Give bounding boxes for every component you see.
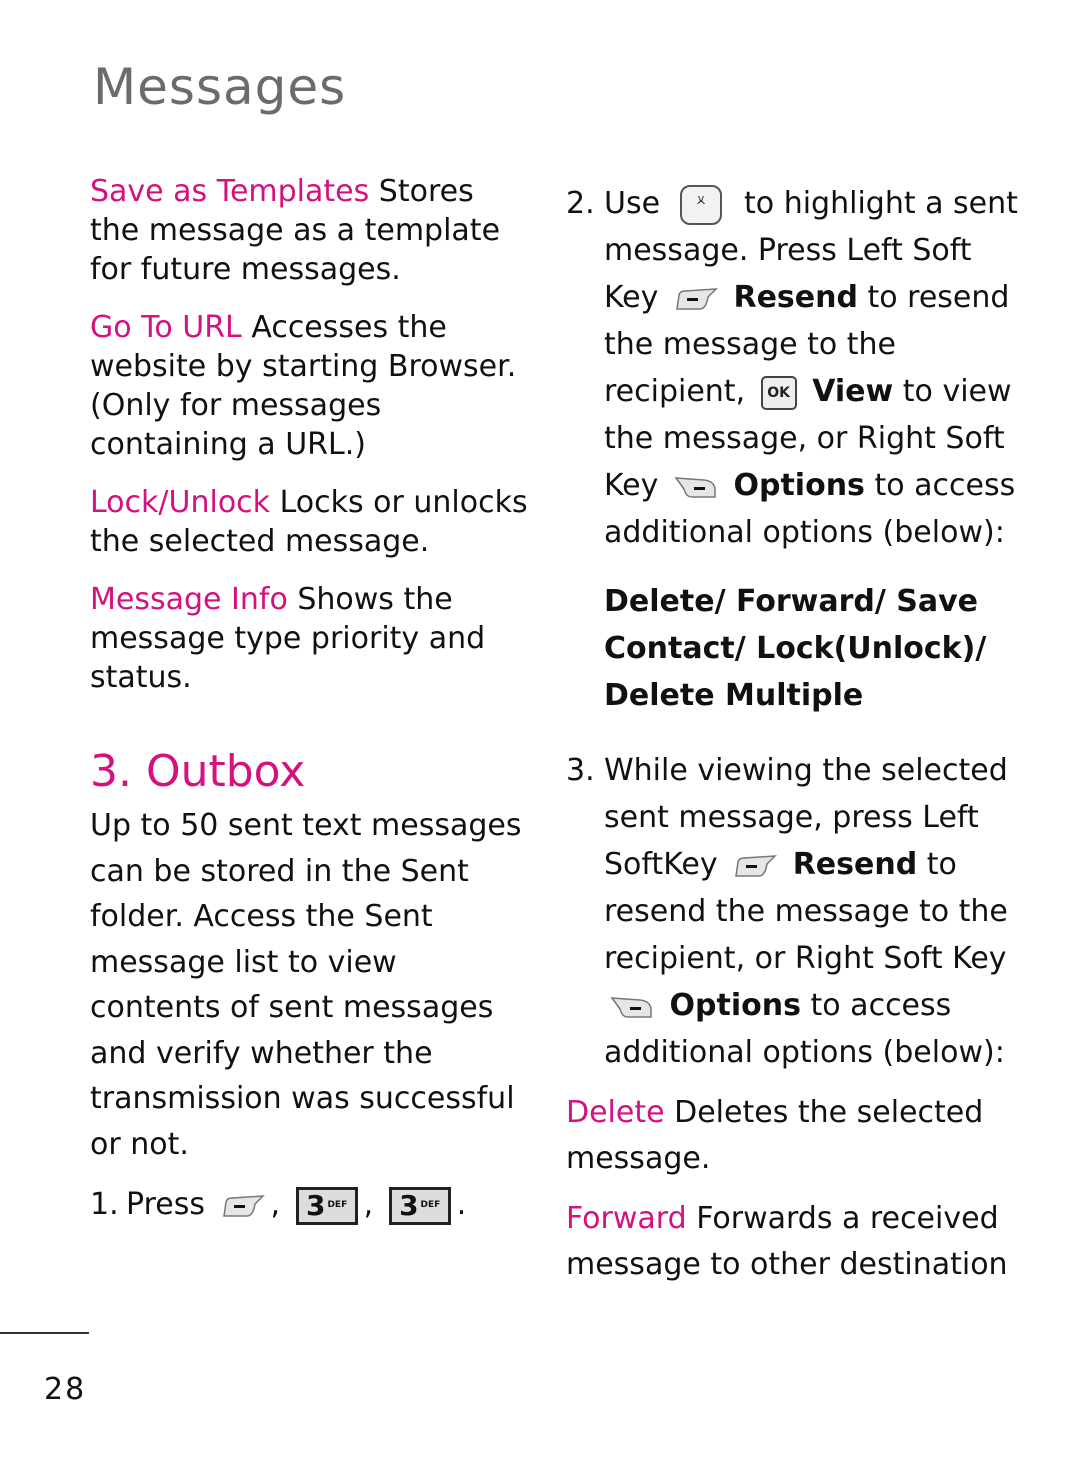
key-digit: 3 [399,1188,419,1222]
options-label: Options [733,468,865,503]
definition-forward: Forward Forwards a received message to o… [566,1196,1026,1288]
resend-label: Resend [792,847,918,882]
separator: , [363,1187,374,1222]
page-title: Messages [93,58,347,116]
step-text: Use [604,186,661,221]
definition-term: Message Info [90,582,288,617]
step-text: Press [126,1187,205,1222]
right-soft-key-icon [674,475,718,499]
step-3: 3. While viewing the selected sent messa… [566,747,1026,1076]
definition-term: Save as Templates [90,174,370,209]
left-soft-key-icon [674,287,718,311]
right-soft-key-icon [610,995,654,1019]
step-number: 1. [90,1187,119,1222]
ok-key-icon: OK [760,375,797,410]
section-title-outbox: 3. Outbox [90,746,306,797]
definition-message-info: Message Info Shows the message type prio… [90,580,530,697]
definition-term: Forward [566,1201,687,1236]
key-digit: 3 [305,1188,326,1222]
step-1: 1. Press , 3 DEF , 3 DEF . [90,1181,530,1228]
step-3-body: While viewing the selected sent message,… [604,747,1026,1076]
step-text: to access additional options (below): [604,988,1005,1070]
step-2-body: Useto highlight a sent message. Press Le… [604,175,1026,556]
step-1-body: Press , 3 DEF , 3 DEF . [126,1181,466,1228]
right-definitions: Delete Deletes the selected message. For… [566,1090,1026,1288]
left-soft-key-icon [221,1194,265,1218]
key-letters: DEF [420,1200,441,1210]
navigation-key-icon [680,175,723,230]
left-soft-key-icon [733,854,778,878]
step-number: 3. [566,753,595,788]
definition-term: Lock/Unlock [90,485,271,520]
footer-rule [0,1332,89,1334]
number-key-3-icon: 3 DEF [295,1186,358,1225]
right-column: 2. Useto highlight a sent message. Press… [566,175,1026,1302]
number-key-3-icon: 3 DEF [388,1186,451,1225]
options-list: Delete/ Forward/ Save Contact/ Lock(Unlo… [604,584,987,713]
resend-label: Resend [733,280,858,315]
definition-delete: Delete Deletes the selected message. [566,1090,1026,1182]
page-number: 28 [44,1372,87,1407]
step-number: 2. [566,186,595,221]
definition-term: Delete [566,1095,665,1130]
period: . [456,1187,467,1222]
step-2: 2. Useto highlight a sent message. Press… [566,175,1026,556]
outbox-description: Up to 50 sent text messages can be store… [90,808,522,1162]
left-column: Save as Templates Stores the message as … [90,172,530,1238]
definition-lock-unlock: Lock/Unlock Locks or unlocks the selecte… [90,483,530,561]
view-label: View [812,374,894,409]
separator: , [270,1187,281,1222]
definition-save-as-templates: Save as Templates Stores the message as … [90,172,530,289]
options-label: Options [669,988,801,1023]
definition-go-to-url: Go To URL Accesses the website by starti… [90,308,530,464]
definition-term: Go To URL [90,310,242,345]
key-letters: DEF [327,1200,348,1210]
